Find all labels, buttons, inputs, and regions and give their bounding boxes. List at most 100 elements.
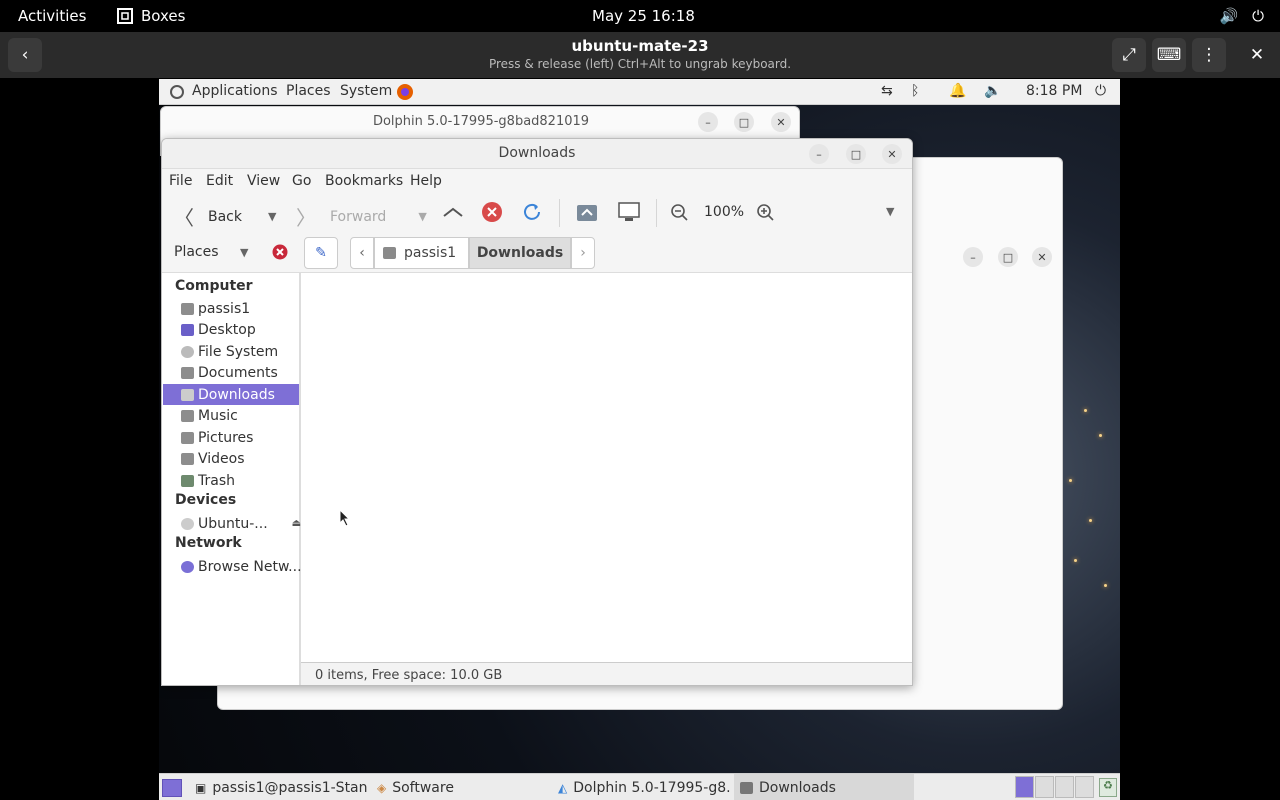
path-scroll-right-icon[interactable]: › <box>571 237 595 269</box>
maximize-icon[interactable]: □ <box>846 144 866 164</box>
chevron-down-icon[interactable]: ▼ <box>268 210 276 223</box>
sidebar-item-browse-network[interactable]: Browse Netw... <box>163 556 302 577</box>
workspace-3[interactable] <box>1055 776 1074 798</box>
show-desktop-icon[interactable] <box>162 779 182 797</box>
home-folder-icon <box>181 302 194 315</box>
volume-icon: 🔊 <box>1219 7 1239 25</box>
maximize-icon[interactable]: □ <box>998 247 1018 267</box>
sidebar-item-label: Browse Netw... <box>198 558 302 575</box>
task-label: Software <box>392 779 454 796</box>
sidebar-selector[interactable]: Places <box>174 244 219 260</box>
gnome-top-bar: Activities Boxes May 25 16:18 🔊 ⏻ <box>0 0 1280 32</box>
sidebar-item-label: Desktop <box>198 321 256 338</box>
minimize-icon[interactable]: – <box>698 112 718 132</box>
applications-menu[interactable]: Applications <box>192 83 278 99</box>
workspace-1[interactable] <box>1015 776 1034 798</box>
task-dolphin[interactable]: ◭ Dolphin 5.0-17995-g8... <box>552 774 732 800</box>
window-title: Downloads <box>498 145 576 161</box>
sidebar-item-desktop[interactable]: Desktop <box>163 319 299 340</box>
sidebar-item-documents[interactable]: Documents <box>163 362 299 383</box>
window-titlebar[interactable]: Downloads – □ ✕ <box>162 139 912 169</box>
path-scroll-left-icon[interactable]: ‹ <box>350 237 374 269</box>
chevron-down-icon[interactable]: ▼ <box>240 246 248 259</box>
trash-applet-icon[interactable]: ♻ <box>1099 778 1117 797</box>
eject-icon[interactable]: ⏏ <box>292 518 301 529</box>
wallpaper-light <box>1104 584 1107 587</box>
activities-button[interactable]: Activities <box>18 7 86 25</box>
home-folder-icon <box>383 247 396 259</box>
menu-bookmarks[interactable]: Bookmarks <box>325 173 403 189</box>
zoom-level[interactable]: 100% <box>704 204 744 220</box>
workspace-2[interactable] <box>1035 776 1054 798</box>
computer-icon[interactable] <box>617 200 641 224</box>
stop-icon[interactable] <box>481 201 503 223</box>
menu-go[interactable]: Go <box>292 173 311 189</box>
sidebar-item-label: Videos <box>198 450 245 467</box>
shutdown-icon[interactable]: ⏻ <box>1095 83 1106 99</box>
vm-display[interactable]: Applications Places System ⇆ ᛒ 🔔 🔈 8:18 … <box>159 79 1120 800</box>
sidebar-item-passis1[interactable]: passis1 <box>163 298 299 319</box>
sidebar-item-downloads[interactable]: Downloads <box>163 384 299 405</box>
sidebar-item-device[interactable]: Ubuntu-... ⏏ <box>163 513 301 534</box>
system-menu[interactable]: System <box>340 83 392 99</box>
desktop-icon <box>181 323 194 336</box>
app-menu-button[interactable]: Boxes <box>117 7 185 25</box>
minimize-icon[interactable]: – <box>809 144 829 164</box>
file-manager-window[interactable]: Downloads – □ ✕ File Edit View Go Bookma… <box>161 138 913 686</box>
sidebar-item-label: Trash <box>198 472 235 489</box>
pictures-folder-icon <box>181 431 194 444</box>
toolbar: 〈 Back ▼ 〉 Forward ▼ 100% ▼ <box>162 193 912 233</box>
file-view[interactable] <box>303 273 912 662</box>
sidebar-item-label: Pictures <box>198 429 254 446</box>
sidebar-item-filesystem[interactable]: File System <box>163 341 299 362</box>
task-downloads[interactable]: Downloads <box>734 774 914 800</box>
chevron-down-icon[interactable]: ▼ <box>418 210 426 223</box>
close-icon[interactable]: ✕ <box>882 144 902 164</box>
status-bar: 0 items, Free space: 10.0 GB <box>301 662 912 685</box>
wallpaper-light <box>1069 479 1072 482</box>
notification-icon[interactable]: 🔔 <box>949 83 966 99</box>
sidebar-item-label: Ubuntu-... <box>198 515 268 532</box>
task-label: Downloads <box>759 779 836 796</box>
menu-help[interactable]: Help <box>410 173 442 189</box>
zoom-out-icon[interactable] <box>670 203 688 221</box>
places-menu[interactable]: Places <box>286 83 331 99</box>
menu-bar: File Edit View Go Bookmarks Help <box>162 169 912 193</box>
menu-view[interactable]: View <box>247 173 280 189</box>
system-tray[interactable]: 🔊 ⏻ <box>1219 7 1264 25</box>
panel-clock[interactable]: 8:18 PM <box>1026 83 1082 99</box>
task-software[interactable]: ◈ Software <box>371 774 551 800</box>
menu-edit[interactable]: Edit <box>206 173 233 189</box>
home-icon[interactable] <box>576 201 598 223</box>
maximize-icon[interactable]: □ <box>734 112 754 132</box>
mate-logo-icon <box>170 85 184 99</box>
zoom-in-icon[interactable] <box>756 203 774 221</box>
volume-icon[interactable]: 🔈 <box>984 83 1001 99</box>
clock[interactable]: May 25 16:18 <box>592 7 695 25</box>
sidebar-item-pictures[interactable]: Pictures <box>163 427 299 448</box>
firefox-icon[interactable] <box>396 83 414 101</box>
network-icon <box>181 560 194 573</box>
chevron-down-icon[interactable]: ▼ <box>886 205 894 218</box>
close-sidebar-icon[interactable] <box>272 244 288 260</box>
task-terminal[interactable]: ▣ passis1@passis1-Stan... <box>189 774 369 800</box>
back-button[interactable]: 〈 Back ▼ <box>174 202 276 231</box>
close-icon[interactable]: ✕ <box>1032 247 1052 267</box>
menu-file[interactable]: File <box>169 173 192 189</box>
bluetooth-icon[interactable]: ᛒ <box>911 83 919 99</box>
back-label: Back <box>208 208 242 225</box>
wallpaper-light <box>1099 434 1102 437</box>
forward-button[interactable]: 〉 Forward ▼ <box>296 202 427 231</box>
minimize-icon[interactable]: – <box>963 247 983 267</box>
path-button-home[interactable]: passis1 <box>374 237 469 269</box>
sidebar-item-music[interactable]: Music <box>163 405 299 426</box>
workspace-4[interactable] <box>1075 776 1094 798</box>
edit-location-icon[interactable]: ✎ <box>304 237 338 269</box>
close-icon[interactable]: ✕ <box>771 112 791 132</box>
path-button-downloads[interactable]: Downloads <box>469 237 571 269</box>
sidebar-item-trash[interactable]: Trash <box>163 470 299 491</box>
reload-icon[interactable] <box>522 202 542 222</box>
network-icon[interactable]: ⇆ <box>881 83 893 99</box>
up-icon[interactable] <box>442 205 464 219</box>
sidebar-item-videos[interactable]: Videos <box>163 448 299 469</box>
